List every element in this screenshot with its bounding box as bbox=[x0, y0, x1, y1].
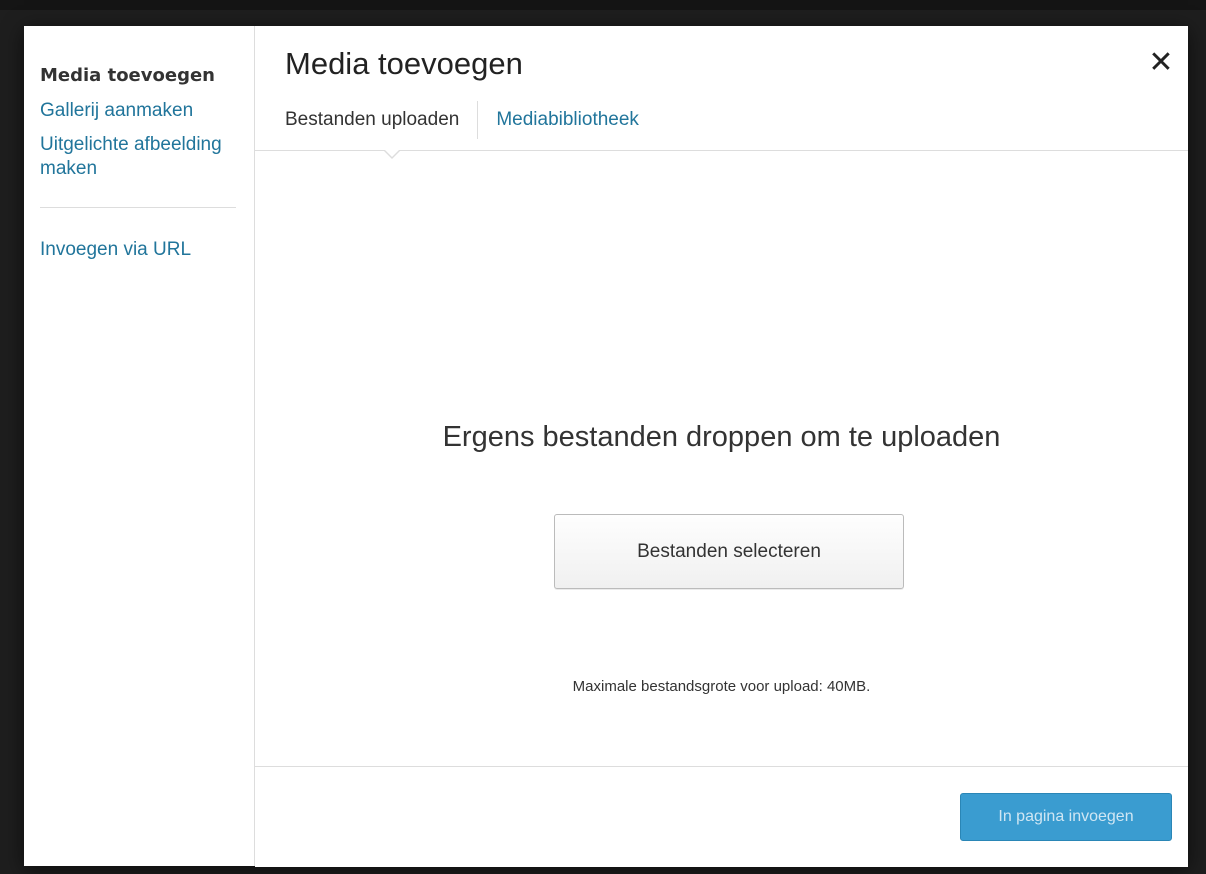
insert-into-page-button[interactable]: In pagina invoegen bbox=[960, 793, 1172, 841]
modal-title: Media toevoegen bbox=[285, 46, 523, 81]
drop-instructions: Ergens bestanden droppen om te uploaden bbox=[442, 421, 1001, 453]
media-menu: Media toevoegen Gallerij aanmaken Uitgel… bbox=[24, 26, 254, 262]
router-tabs: Bestanden uploaden Mediabibliotheek bbox=[285, 100, 657, 140]
tab-bestanden-uploaden[interactable]: Bestanden uploaden bbox=[285, 101, 479, 139]
media-toolbar: In pagina invoegen bbox=[255, 766, 1188, 867]
close-icon[interactable]: ✕ bbox=[1146, 48, 1176, 78]
tab-mediabibliotheek[interactable]: Mediabibliotheek bbox=[478, 101, 657, 139]
media-modal: Media toevoegen Gallerij aanmaken Uitgel… bbox=[24, 26, 1188, 867]
select-files-button[interactable]: Bestanden selecteren bbox=[554, 514, 904, 589]
menu-item-media-toevoegen[interactable]: Media toevoegen bbox=[40, 62, 240, 89]
menu-item-uitgelichte-afbeelding[interactable]: Uitgelichte afbeelding maken bbox=[40, 133, 240, 181]
menu-item-invoegen-via-url[interactable]: Invoegen via URL bbox=[40, 238, 240, 262]
media-sidebar: Media toevoegen Gallerij aanmaken Uitgel… bbox=[24, 26, 255, 866]
backdrop-strip bbox=[0, 0, 1206, 10]
media-frame: Media toevoegen ✕ Bestanden uploaden Med… bbox=[255, 26, 1188, 867]
max-upload-size: Maximale bestandsgrote voor upload: 40MB… bbox=[572, 678, 871, 695]
upload-area[interactable]: Ergens bestanden droppen om te uploaden … bbox=[255, 151, 1188, 766]
menu-separator bbox=[40, 207, 236, 208]
menu-item-gallerij-aanmaken[interactable]: Gallerij aanmaken bbox=[40, 99, 240, 123]
